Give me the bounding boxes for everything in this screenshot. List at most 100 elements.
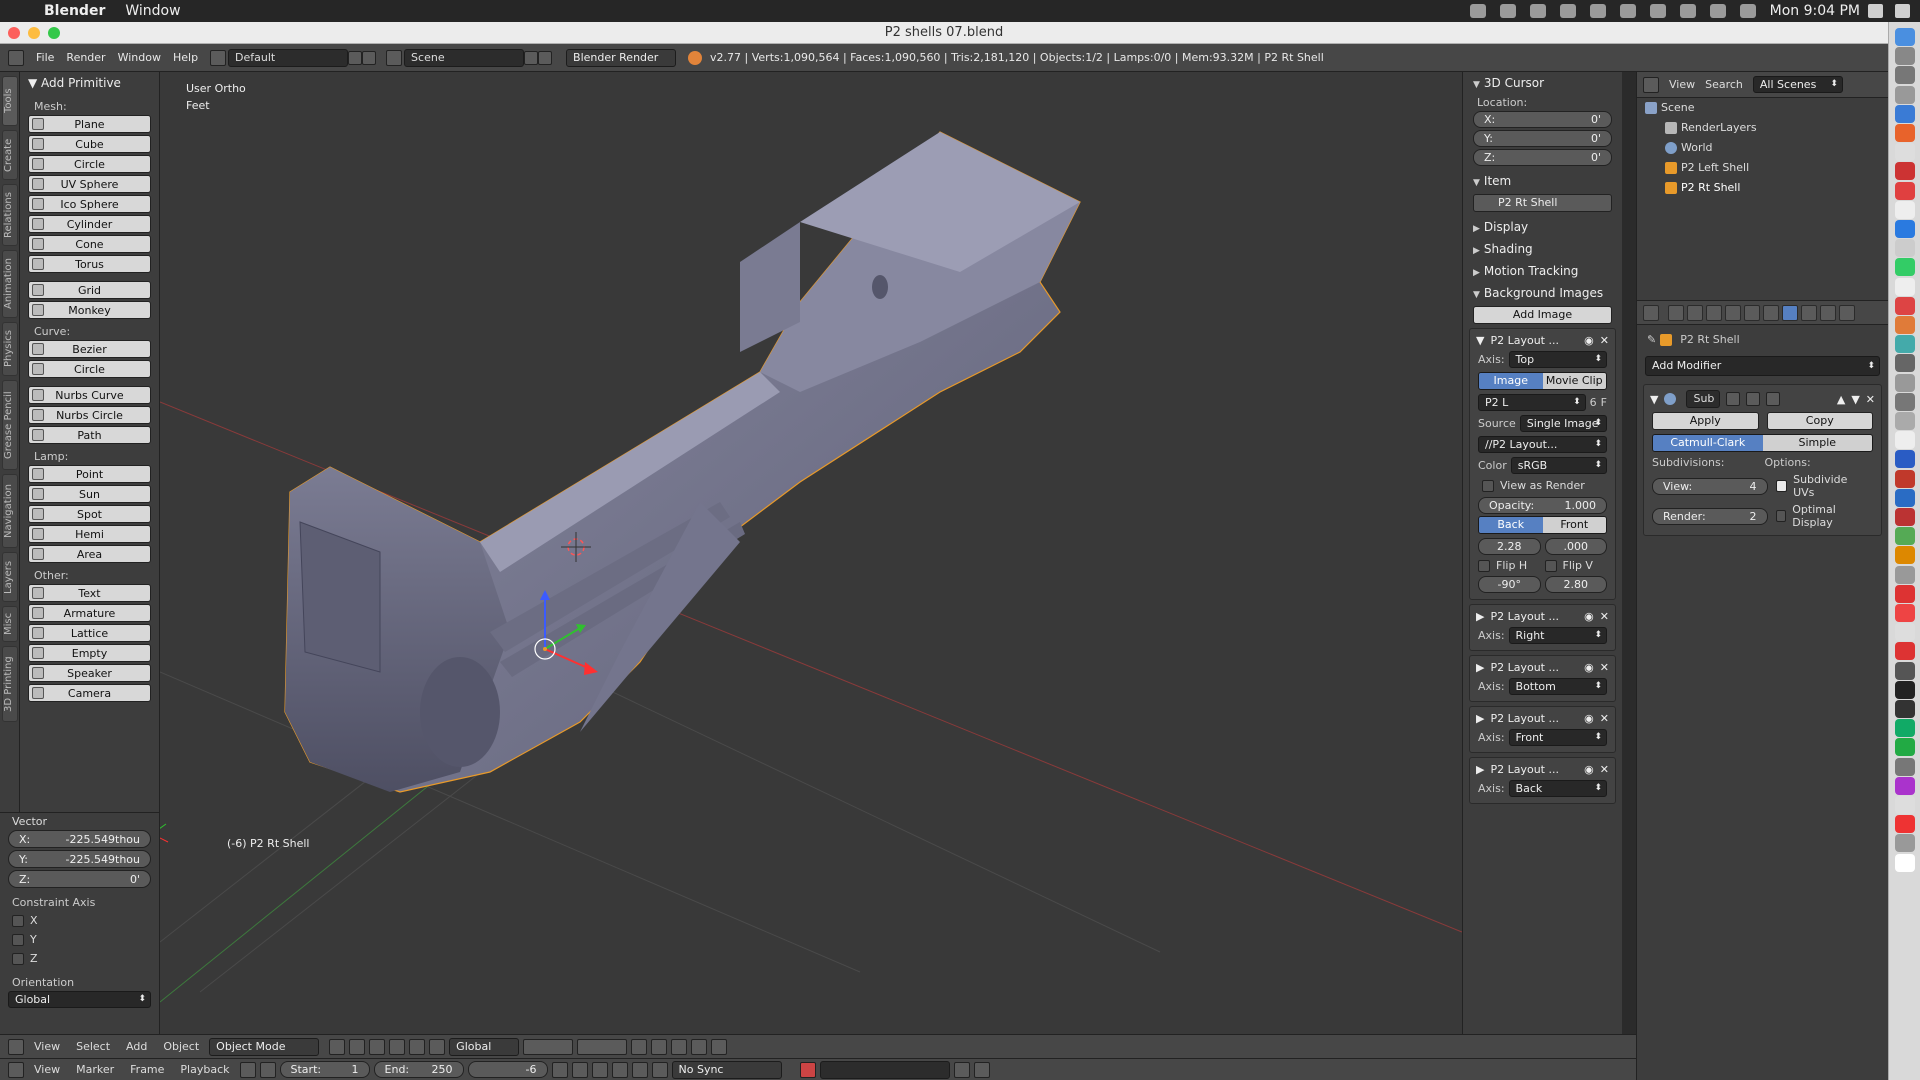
move-up-icon[interactable]: ▲ — [1837, 393, 1845, 406]
outliner-item-world[interactable]: World — [1637, 138, 1888, 158]
pivot-icon[interactable] — [349, 1038, 366, 1055]
remove-icon[interactable]: ✕ — [1600, 661, 1609, 674]
simple-tab[interactable]: Simple — [1762, 435, 1872, 451]
dock-app-icon[interactable] — [1895, 316, 1915, 334]
texture-tab-icon[interactable] — [1839, 304, 1855, 321]
axis-select[interactable]: Back — [1508, 780, 1607, 797]
tab-misc[interactable]: Misc — [2, 606, 18, 642]
outliner-editor-icon[interactable] — [1643, 76, 1659, 93]
insert-key-icon[interactable] — [953, 1061, 970, 1078]
add-curve-nurbs-curve-button[interactable]: Nurbs Curve — [28, 386, 151, 404]
add-mesh-ico-sphere-button[interactable]: Ico Sphere — [28, 195, 151, 213]
data-tab-icon[interactable] — [1801, 304, 1817, 321]
layers-tab-icon[interactable] — [1687, 304, 1703, 321]
eye-icon[interactable]: ◉ — [1584, 610, 1594, 623]
dock-app-icon[interactable] — [1895, 604, 1915, 622]
3d-viewport[interactable]: User Ortho Feet (-6) P2 Rt Shell — [160, 72, 1462, 1034]
view-as-render-checkbox[interactable]: View as Render — [1470, 476, 1615, 495]
snap-element-icon[interactable] — [671, 1038, 688, 1055]
layout-field[interactable]: Default — [228, 48, 349, 67]
add-scene-icon[interactable] — [524, 50, 539, 65]
outliner-search-menu[interactable]: Search — [1705, 78, 1743, 91]
render-levels-field[interactable]: Render: 2 — [1652, 507, 1768, 525]
back-tab[interactable]: Back — [1479, 517, 1543, 533]
constraints-tab-icon[interactable] — [1763, 304, 1779, 321]
add-other-speaker-button[interactable]: Speaker — [28, 664, 151, 682]
zoom-window-button[interactable] — [48, 27, 60, 39]
status-icon[interactable] — [1469, 4, 1486, 18]
dock-app-icon[interactable] — [1895, 258, 1915, 277]
close-window-button[interactable] — [8, 27, 20, 39]
pin-icon[interactable]: ✎ — [1647, 333, 1656, 346]
apply-button[interactable]: Apply — [1652, 412, 1759, 430]
add-mesh-grid-button[interactable]: Grid — [28, 281, 151, 299]
vp-menu-object[interactable]: Object — [157, 1038, 205, 1056]
add-mesh-monkey-button[interactable]: Monkey — [28, 301, 151, 319]
rotation-field[interactable]: -90° — [1478, 576, 1541, 593]
viewport-toggle-icon[interactable] — [1746, 392, 1761, 406]
dock-app-icon[interactable] — [1895, 277, 1915, 296]
dock-app-icon[interactable] — [1895, 392, 1915, 411]
shading-icon[interactable] — [329, 1038, 346, 1055]
vector-z-field[interactable]: Z: 0' — [8, 870, 151, 888]
background-images-panel-title[interactable]: Background Images — [1463, 282, 1622, 304]
dock-app-icon[interactable] — [1895, 66, 1915, 85]
axis-select[interactable]: Bottom — [1508, 678, 1607, 695]
dock-app-icon[interactable] — [1895, 296, 1915, 315]
dock-app-icon[interactable] — [1895, 623, 1915, 642]
add-mesh-plane-button[interactable]: Plane — [28, 115, 151, 133]
dock-app-icon[interactable] — [1895, 181, 1915, 200]
axis-select[interactable]: Right — [1508, 627, 1607, 644]
outliner-item-left-shell[interactable]: P2 Left Shell — [1637, 158, 1888, 178]
play-icon[interactable] — [611, 1061, 628, 1078]
fake-user-button[interactable]: F — [1601, 396, 1607, 409]
dock-app-icon[interactable] — [1895, 584, 1915, 603]
modifier-name-field[interactable]: Sub — [1686, 390, 1721, 408]
add-lamp-hemi-button[interactable]: Hemi — [28, 525, 151, 543]
expand-icon[interactable]: ▶ — [1476, 661, 1484, 674]
add-curve-nurbs-circle-button[interactable]: Nurbs Circle — [28, 406, 151, 424]
prev-key-icon[interactable] — [571, 1061, 588, 1078]
axis-select[interactable]: Top — [1508, 351, 1607, 368]
add-curve-bezier-button[interactable]: Bezier — [28, 340, 151, 358]
dock-app-icon[interactable] — [1895, 565, 1915, 584]
manipulator-icon[interactable] — [369, 1038, 386, 1055]
expand-icon[interactable]: ▶ — [1476, 610, 1484, 623]
add-mesh-uv-sphere-button[interactable]: UV Sphere — [28, 175, 151, 193]
cursor-z-field[interactable]: Z: 0' — [1473, 149, 1612, 166]
vector-y-field[interactable]: Y: -225.549thou — [8, 850, 151, 868]
mode-select[interactable]: Object Mode — [209, 1037, 320, 1056]
dropbox-icon[interactable] — [1529, 4, 1546, 18]
translate-icon[interactable] — [389, 1038, 406, 1055]
current-frame-field[interactable]: -6 — [467, 1061, 548, 1078]
image-path-field[interactable]: //P2 Layout... — [1478, 436, 1607, 453]
tab-3d-printing[interactable]: 3D Printing — [2, 646, 18, 722]
dock-app-icon[interactable] — [1895, 47, 1915, 66]
tab-create[interactable]: Create — [2, 130, 18, 180]
add-other-camera-button[interactable]: Camera — [28, 684, 151, 702]
dock-app-icon[interactable] — [1895, 124, 1915, 142]
remove-scene-icon[interactable] — [538, 50, 553, 65]
snap-icon[interactable] — [651, 1038, 668, 1055]
dock-app-icon[interactable] — [1895, 450, 1915, 469]
vp-menu-view[interactable]: View — [28, 1038, 66, 1056]
add-mesh-cube-button[interactable]: Cube — [28, 135, 151, 153]
outliner-view-menu[interactable]: View — [1669, 78, 1695, 91]
render-still-icon[interactable] — [691, 1038, 708, 1055]
remove-layout-icon[interactable] — [362, 50, 377, 65]
dock-app-icon[interactable] — [1895, 104, 1915, 123]
vector-x-field[interactable]: X: -225.549thou — [8, 830, 151, 848]
remove-icon[interactable]: ✕ — [1600, 334, 1609, 347]
lock-range-icon[interactable] — [259, 1061, 276, 1078]
dock-app-icon[interactable] — [1895, 143, 1915, 162]
optimal-display-checkbox[interactable]: Optimal Display — [1772, 503, 1874, 529]
remove-icon[interactable]: ✕ — [1600, 763, 1609, 776]
dock-app-icon[interactable] — [1895, 469, 1915, 488]
bg-image-name[interactable]: P2 Layout ... — [1490, 610, 1559, 623]
notification-icon[interactable] — [1895, 4, 1910, 18]
tab-animation[interactable]: Animation — [2, 250, 18, 318]
add-other-empty-button[interactable]: Empty — [28, 644, 151, 662]
menu-render[interactable]: Render — [60, 49, 111, 67]
add-curve-circle-button[interactable]: Circle — [28, 360, 151, 378]
tab-relations[interactable]: Relations — [2, 184, 18, 246]
